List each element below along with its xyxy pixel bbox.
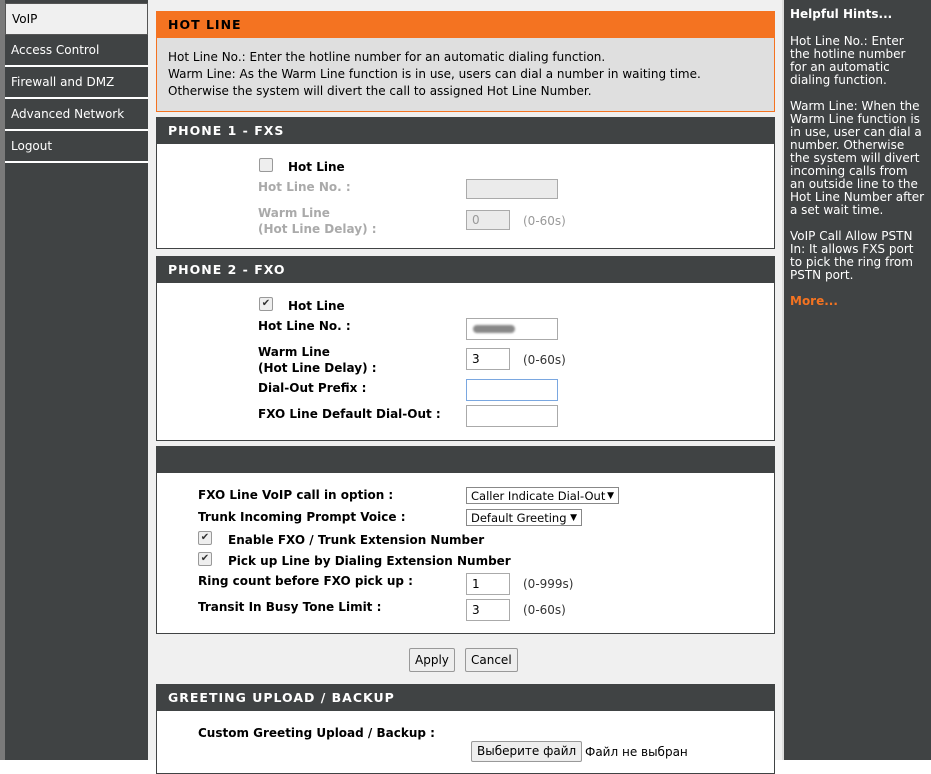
phone1-hotline-label: Hot Line xyxy=(288,160,345,174)
hint-warmline: Warm Line: When the Warm Line function i… xyxy=(790,99,925,217)
file-status: Файл не выбран xyxy=(585,745,688,759)
phone1-number-label: Hot Line No. : xyxy=(258,180,351,194)
sidebar: VoIP Access Control Firewall and DMZ Adv… xyxy=(0,0,148,760)
chevron-down-icon: ▼ xyxy=(570,513,577,523)
phone2-number-input[interactable] xyxy=(466,318,558,340)
fxo-pickup-label: Pick up Line by Dialing Extension Number xyxy=(228,554,511,568)
phone2-warm-label-1: Warm Line xyxy=(258,345,330,359)
apply-button[interactable]: Apply xyxy=(409,648,455,672)
hint-pstn: VoIP Call Allow PSTN In: It allows FXS p… xyxy=(790,229,914,282)
phone1-title: PHONE 1 - FXS xyxy=(157,118,774,144)
main-content: HOT LINE Hot Line No.: Enter the hotline… xyxy=(148,0,782,774)
hotline-desc-2: Warm Line: As the Warm Line function is … xyxy=(168,67,701,98)
phone1-warm-label-1: Warm Line xyxy=(258,206,330,220)
fxo-prompt-select[interactable]: Default Greeting ▼ xyxy=(466,509,582,526)
phone2-prefix-label: Dial-Out Prefix : xyxy=(258,381,367,395)
phone1-hotline-checkbox[interactable] xyxy=(259,158,273,172)
sidebar-item-firewall-dmz[interactable]: Firewall and DMZ xyxy=(5,67,148,99)
hints-title: Helpful Hints... xyxy=(790,7,893,21)
fxo-prompt-value: Default Greeting xyxy=(471,511,567,525)
fxo-ring-range: (0-999s) xyxy=(523,577,574,591)
greeting-section: GREETING UPLOAD / BACKUP Custom Greeting… xyxy=(156,684,775,774)
blurred-number xyxy=(473,325,515,333)
phone2-hotline-checkbox[interactable]: ✔ xyxy=(259,297,273,311)
phone2-prefix-input[interactable] xyxy=(466,379,558,401)
hotline-info-box: HOT LINE Hot Line No.: Enter the hotline… xyxy=(156,11,775,112)
phone2-warm-range: (0-60s) xyxy=(523,353,566,367)
phone2-warm-input[interactable] xyxy=(466,348,510,370)
choose-file-button[interactable]: Выберите файл xyxy=(471,741,583,762)
fxo-voip-select[interactable]: Caller Indicate Dial-Out ▼ xyxy=(466,487,619,504)
phone1-warm-range: (0-60s) xyxy=(523,214,566,228)
phone2-default-input[interactable] xyxy=(466,405,558,427)
fxo-prompt-label: Trunk Incoming Prompt Voice : xyxy=(198,510,406,524)
fxo-ext-label: Enable FXO / Trunk Extension Number xyxy=(228,533,485,547)
phone1-warm-label-2: (Hot Line Delay) : xyxy=(258,222,377,236)
cancel-button[interactable]: Cancel xyxy=(465,648,518,672)
phone2-number-label: Hot Line No. : xyxy=(258,319,351,333)
fxo-header xyxy=(157,447,774,473)
phone1-number-input[interactable] xyxy=(466,179,558,199)
hint-hotline: Hot Line No.: Enter the hotline number f… xyxy=(790,34,906,87)
fxo-busy-input[interactable] xyxy=(466,599,510,621)
phone1-section: PHONE 1 - FXS Hot Line Hot Line No. : Wa… xyxy=(156,117,775,249)
fxo-busy-range: (0-60s) xyxy=(523,603,566,617)
sidebar-item-advanced-network[interactable]: Advanced Network xyxy=(5,99,148,131)
fxo-voip-value: Caller Indicate Dial-Out xyxy=(471,489,606,503)
fxo-busy-label: Transit In Busy Tone Limit : xyxy=(198,600,382,614)
fxo-ring-input[interactable] xyxy=(466,573,510,595)
greeting-title: GREETING UPLOAD / BACKUP xyxy=(157,685,774,711)
chevron-down-icon: ▼ xyxy=(607,491,614,501)
phone2-section: PHONE 2 - FXO ✔ Hot Line Hot Line No. : … xyxy=(156,256,775,441)
fxo-ring-label: Ring count before FXO pick up : xyxy=(198,574,413,588)
phone2-default-label: FXO Line Default Dial-Out : xyxy=(258,407,441,421)
sidebar-item-access-control[interactable]: Access Control xyxy=(5,35,148,67)
fxo-pickup-checkbox[interactable]: ✔ xyxy=(198,552,212,566)
phone2-warm-label-2: (Hot Line Delay) : xyxy=(258,361,377,375)
greeting-label: Custom Greeting Upload / Backup : xyxy=(198,726,435,740)
helpful-hints-panel: Helpful Hints... Hot Line No.: Enter the… xyxy=(782,0,931,760)
more-link[interactable]: More... xyxy=(790,295,925,308)
fxo-section: FXO Line VoIP call in option : Caller In… xyxy=(156,446,775,634)
sidebar-item-voip[interactable]: VoIP xyxy=(5,3,148,35)
phone2-hotline-label: Hot Line xyxy=(288,299,345,313)
hotline-title: HOT LINE xyxy=(157,12,774,38)
phone2-title: PHONE 2 - FXO xyxy=(157,257,774,283)
fxo-ext-checkbox[interactable]: ✔ xyxy=(198,531,212,545)
hotline-desc-1: Hot Line No.: Enter the hotline number f… xyxy=(168,50,606,64)
sidebar-item-logout[interactable]: Logout xyxy=(5,131,148,163)
phone1-warm-input[interactable] xyxy=(466,210,510,230)
fxo-voip-label: FXO Line VoIP call in option : xyxy=(198,488,394,502)
